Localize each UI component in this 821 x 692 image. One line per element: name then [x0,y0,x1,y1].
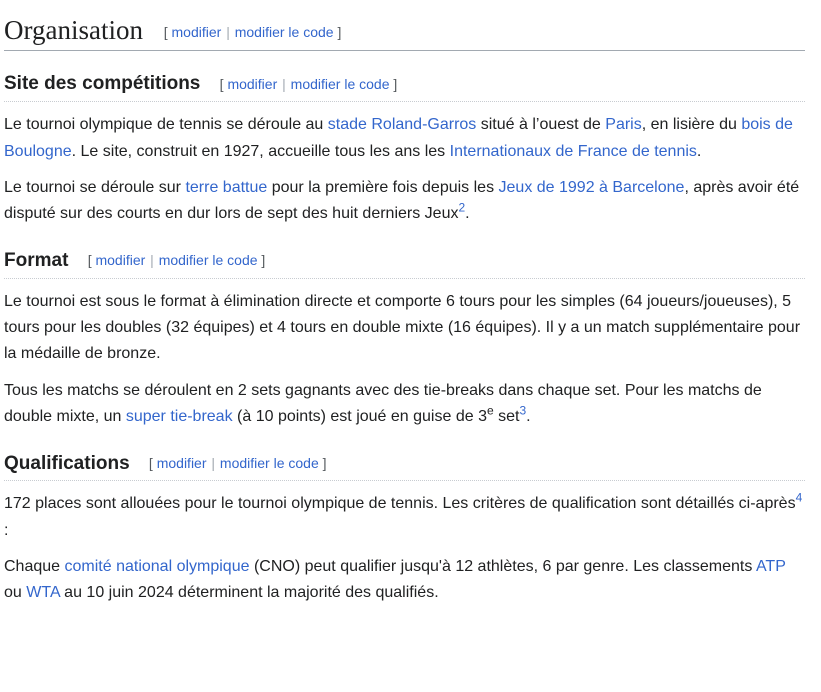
text: ou [4,584,27,602]
edit-separator: | [211,455,216,472]
link-paris[interactable]: Paris [605,116,641,133]
section-heading-site: Site des compétitions [ modifier | modif… [4,51,805,103]
reference-4[interactable]: 4 [796,491,803,505]
link-comite-national-olympique[interactable]: comité national olympique [65,558,250,575]
section-heading-organisation: Organisation [ modifier | modifier le co… [4,0,805,52]
bracket-open: [ [219,75,224,92]
edit-source-link[interactable]: modifier le code [159,252,258,268]
link-wta[interactable]: WTA [26,584,59,601]
paragraph-site-1: Le tournoi olympique de tennis se déroul… [4,112,805,165]
link-terre-battue[interactable]: terre battue [185,179,267,196]
heading-text: Format [4,249,69,271]
text: Le tournoi se déroule sur [4,178,186,196]
edit-source-link[interactable]: modifier le code [220,455,319,471]
link-stade-roland-garros[interactable]: stade Roland-Garros [328,116,477,133]
paragraph-format-2: Tous les matchs se déroulent en 2 sets g… [4,378,805,431]
text: situé à l’ouest de [476,116,606,134]
article-content: Organisation [ modifier | modifier le co… [0,0,821,607]
text: : [4,521,9,539]
text: , en lisière du [641,116,742,134]
edit-link[interactable]: modifier [172,24,222,40]
edit-link[interactable]: modifier [157,455,207,471]
paragraph-qualifications-1: 172 places sont allouées pour le tournoi… [4,491,805,544]
bracket-close: ] [322,455,327,472]
text: . [696,142,702,160]
bracket-open: [ [163,24,168,41]
edit-section-links: [ modifier | modifier le code ] [164,24,342,40]
section-heading-format: Format [ modifier | modifier le code ] [4,228,805,279]
edit-link[interactable]: modifier [227,76,277,92]
text: Le tournoi olympique de tennis se déroul… [4,116,328,134]
link-atp[interactable]: ATP [756,558,786,575]
text: (CNO) peut qualifier jusqu'à 12 athlètes… [249,558,756,576]
edit-link[interactable]: modifier [95,252,145,268]
text: (à 10 points) est joué en guise de 3 [232,408,487,426]
text: pour la première fois depuis les [267,178,499,196]
link-jeux-1992[interactable]: Jeux de 1992 à Barcelone [499,179,685,196]
edit-source-link[interactable]: modifier le code [291,76,390,92]
edit-separator: | [226,24,230,41]
section-heading-qualifications: Qualifications [ modifier | modifier le … [4,431,805,482]
edit-source-link[interactable]: modifier le code [235,24,334,40]
link-super-tie-break[interactable]: super tie-break [126,408,233,425]
edit-section-links: [ modifier | modifier le code ] [88,252,266,268]
paragraph-qualifications-2: Chaque comité national olympique (CNO) p… [4,554,805,607]
text: . [526,408,531,426]
superscript-e: e [486,403,494,418]
text: au 10 juin 2024 déterminent la majorité … [59,584,439,602]
paragraph-format-1: Le tournoi est sous le format à éliminat… [4,292,801,363]
bracket-open: [ [87,252,92,269]
heading-text: Organisation [4,15,143,45]
edit-separator: | [150,252,154,269]
text: 172 places sont allouées pour le tournoi… [4,495,796,513]
text: set [493,408,520,426]
text: . Le site, construit en 1927, accueille … [71,142,450,160]
edit-section-links: [ modifier | modifier le code ] [220,76,398,92]
bracket-open: [ [148,455,153,472]
bracket-close: ] [393,75,398,92]
edit-separator: | [282,75,286,92]
bracket-close: ] [337,24,342,41]
paragraph-site-2: Le tournoi se déroule sur terre battue p… [4,175,805,228]
bracket-close: ] [261,252,266,269]
heading-text: Site des compétitions [4,73,201,95]
heading-text: Qualifications [4,452,130,474]
link-internationaux-de-france[interactable]: Internationaux de France de tennis [450,143,697,160]
text: . [465,205,470,223]
edit-section-links: [ modifier | modifier le code ] [149,455,327,471]
text: Chaque [4,558,65,576]
